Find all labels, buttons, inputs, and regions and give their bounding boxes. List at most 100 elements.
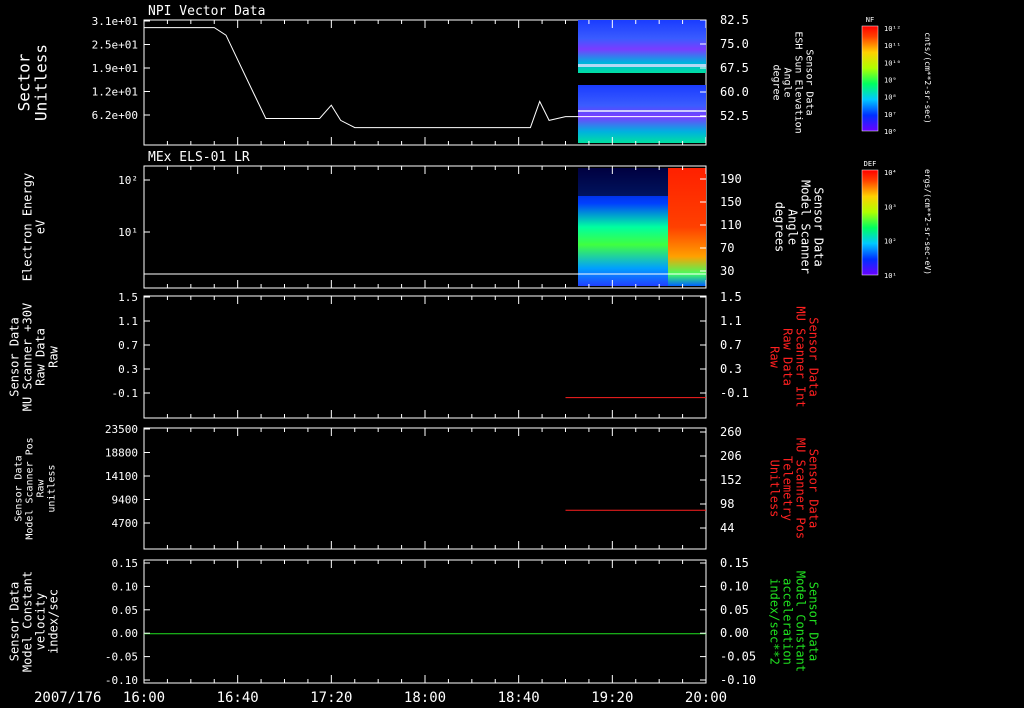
right-axis-label: degree [771, 64, 782, 100]
right-tick-label: 75.0 [720, 37, 749, 51]
colorbar-tick: 10¹⁰ [884, 59, 901, 67]
plot-canvas: NPI Vector Data 3.1e+01 2.5e+01 1.9e+01 1.2e… [8, 4, 933, 706]
colorbar-tick: 10⁷ [884, 111, 897, 119]
left-tick-label: 0.05 [112, 604, 139, 617]
time-tick-label: 16:40 [217, 690, 259, 706]
colorbar-tick: 10⁶ [884, 128, 897, 136]
left-tick-label: 14100 [105, 470, 138, 483]
left-tick-label: 1.2e+01 [92, 86, 138, 99]
right-axis-label: Telemetry [781, 456, 795, 521]
left-axis-label: unitless [47, 464, 58, 512]
right-tick-label: 1.5 [720, 290, 742, 304]
left-tick-label: 1.5 [118, 291, 138, 304]
left-axis-label: Raw Data [34, 328, 48, 386]
els-spectrogram [578, 168, 706, 286]
left-tick-label: -0.10 [105, 674, 138, 687]
time-tick-label: 18:40 [498, 690, 540, 706]
left-axis-label: eV [34, 220, 48, 234]
panel-title: MEx ELS-01 LR [148, 150, 250, 165]
right-tick-label: 152 [720, 473, 742, 487]
left-tick-label: 10¹ [118, 226, 138, 239]
left-tick-label: 0.3 [118, 363, 138, 376]
right-axis-label: MU Scanner Int [794, 306, 808, 407]
left-tick-label: 4700 [112, 517, 139, 530]
right-tick-label: 260 [720, 425, 742, 439]
left-tick-label: 6.2e+00 [92, 109, 138, 122]
panel-title: NPI Vector Data [148, 4, 265, 19]
left-axis-label: Sensor Data [8, 582, 22, 661]
left-tick-label: 0.10 [112, 580, 139, 593]
right-tick-label: 190 [720, 172, 742, 186]
right-tick-label: 60.0 [720, 85, 749, 99]
colorbar-tick: 10² [884, 238, 897, 246]
time-tick-label: 18:00 [404, 690, 446, 706]
right-tick-label: 110 [720, 218, 742, 232]
right-axis-label: ESH Sun Elevation [793, 31, 804, 133]
right-tick-label: 70 [720, 241, 734, 255]
right-axis-label: Raw [768, 346, 782, 368]
left-axis-label: Model Constant [21, 571, 35, 672]
time-tick-label: 20:00 [685, 690, 727, 706]
colorbar-unit: ergs/(cm**2-sr-sec-eV) [923, 169, 932, 275]
right-tick-label: 82.5 [720, 13, 749, 27]
left-axis-label: Electron Energy [21, 173, 35, 281]
right-axis-label: index/sec**2 [768, 578, 782, 665]
right-tick-label: 150 [720, 195, 742, 209]
left-tick-label: 23500 [105, 423, 138, 436]
right-tick-label: -0.10 [720, 673, 756, 687]
left-tick-label: 3.1e+01 [92, 15, 138, 28]
right-tick-label: 1.1 [720, 314, 742, 328]
colorbar-nf [861, 25, 879, 132]
colorbar-tick: 10⁴ [884, 169, 897, 177]
left-axis-label: Raw [36, 478, 47, 497]
panel-frame [143, 427, 707, 550]
right-axis-label: degrees [773, 202, 787, 253]
colorbar-unit: cnts/(cm**2-sr-sec) [923, 32, 932, 124]
right-axis-label: Unitless [768, 460, 782, 518]
colorbar-tick: 10⁸ [884, 94, 897, 102]
colorbar-name: NF [866, 16, 874, 24]
right-tick-label: 44 [720, 521, 734, 535]
left-tick-label: 0.15 [112, 557, 139, 570]
right-axis-label: Angle [786, 209, 800, 245]
right-axis-label: Sensor Data [804, 49, 815, 115]
left-tick-label: 1.9e+01 [92, 62, 138, 75]
right-tick-label: 0.15 [720, 556, 749, 570]
left-axis-label: Sensor Data [8, 317, 22, 396]
right-tick-label: 0.05 [720, 603, 749, 617]
left-tick-label: 1.1 [118, 315, 138, 328]
right-tick-label: 52.5 [720, 109, 749, 123]
right-tick-label: 30 [720, 264, 734, 278]
time-tick-label: 16:00 [123, 690, 165, 706]
left-axis-label: Unitless [32, 44, 51, 121]
colorbar-def [861, 169, 879, 276]
right-axis-label: Sensor Data [807, 449, 821, 528]
colorbar-tick: 10¹² [884, 25, 901, 33]
left-tick-label: 9400 [112, 494, 139, 507]
left-tick-label: 0.00 [112, 627, 139, 640]
right-axis-label: Angle [782, 67, 793, 97]
left-tick-label: 10² [118, 174, 138, 187]
colorbar-name: DEF [864, 160, 877, 168]
right-axis-label: Model Scanner [799, 180, 813, 274]
colorbar-tick: 10⁹ [884, 77, 897, 85]
right-tick-label: 98 [720, 497, 734, 511]
time-tick-label: 17:20 [310, 690, 352, 706]
date-label: 2007/176 [34, 690, 101, 706]
left-tick-label: -0.1 [112, 387, 139, 400]
right-axis-label: Sensor Data [807, 317, 821, 396]
right-tick-label: 206 [720, 449, 742, 463]
left-tick-label: 2.5e+01 [92, 39, 138, 52]
right-tick-label: 67.5 [720, 61, 749, 75]
right-tick-label: 0.7 [720, 338, 742, 352]
right-axis-label: Raw Data [781, 328, 795, 386]
left-axis-label: Model Scanner Pos [25, 437, 36, 539]
left-axis-label: Sensor Data [14, 455, 25, 521]
npi-spectrogram [578, 20, 706, 143]
left-tick-label: 18800 [105, 447, 138, 460]
colorbar-tick: 10¹¹ [884, 42, 901, 50]
time-tick-label: 19:20 [591, 690, 633, 706]
right-tick-label: -0.05 [720, 650, 756, 664]
right-axis-label: Sensor Data [807, 582, 821, 661]
left-axis-label: Raw [47, 345, 61, 367]
